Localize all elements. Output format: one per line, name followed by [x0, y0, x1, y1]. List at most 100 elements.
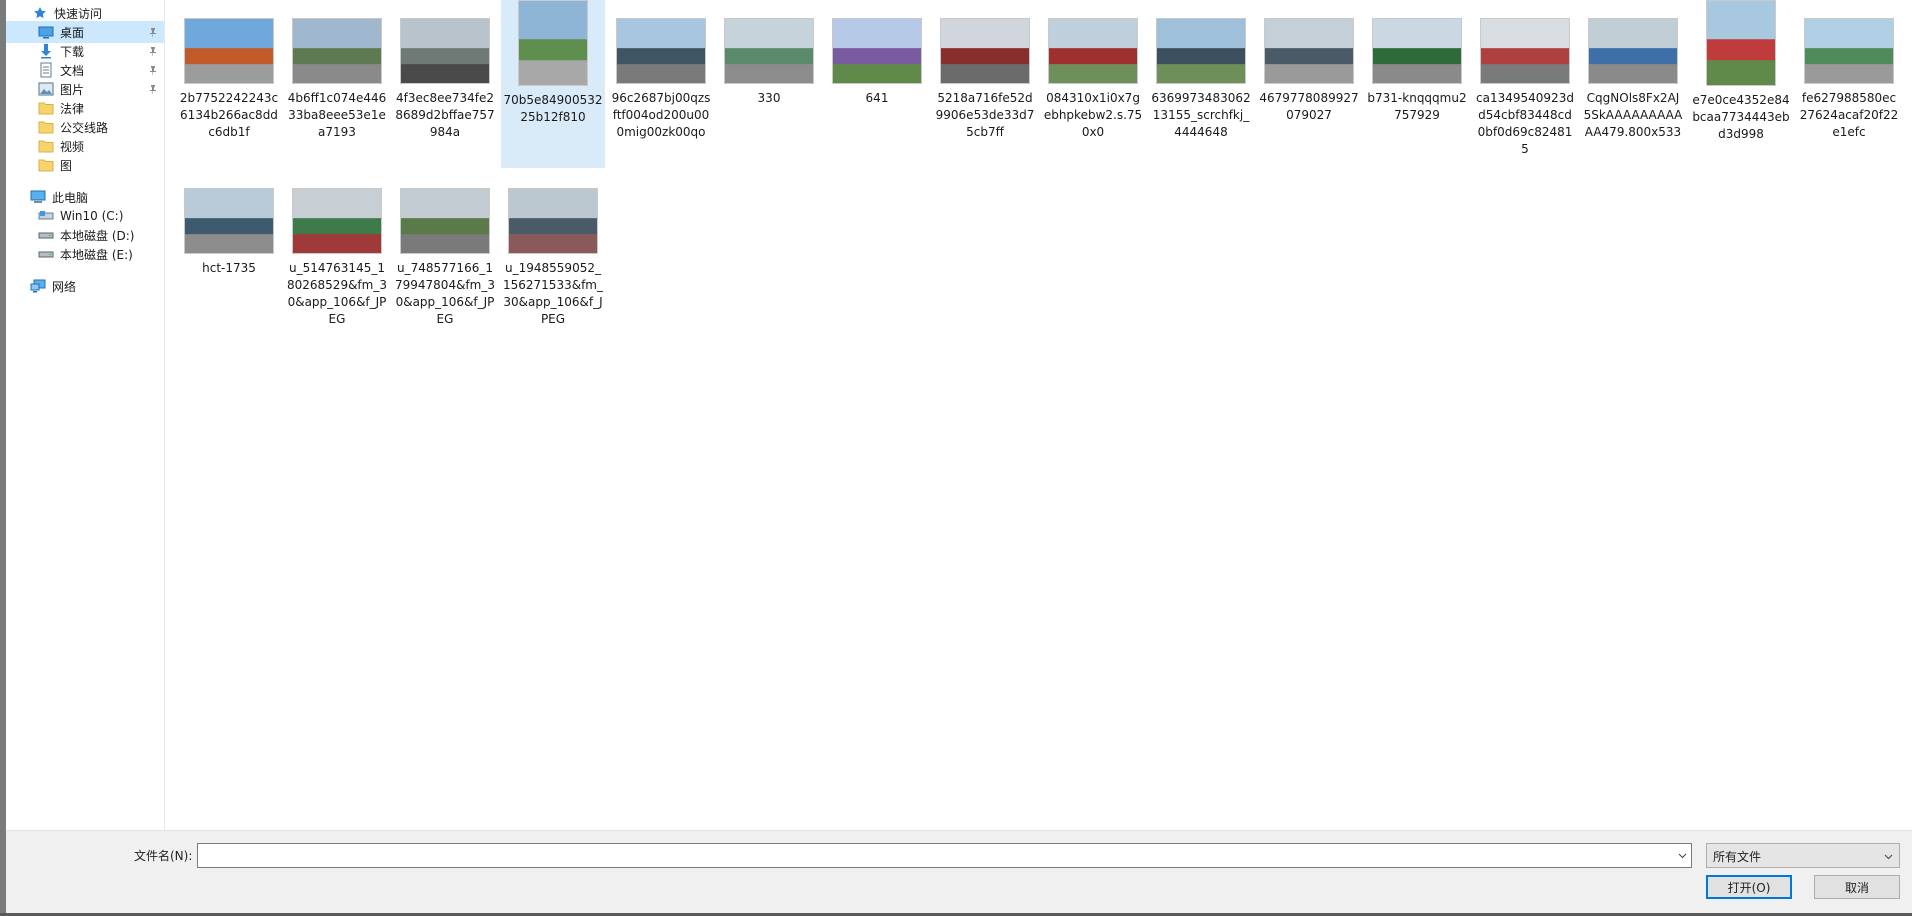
open-button-label: 打开(O)	[1727, 880, 1771, 895]
image-thumbnail	[940, 18, 1030, 84]
nav-item-folder-images[interactable]: 图	[6, 154, 164, 176]
nav-label: 视频	[60, 139, 85, 154]
filename-input[interactable]	[197, 843, 1692, 868]
nav-item-network[interactable]: 网络	[6, 275, 164, 297]
computer-icon	[30, 189, 46, 205]
file-name: 96c2687bj00qzsftf004od200u000mig00zk00qo	[611, 91, 711, 139]
file-name: u_1948559052_156271533&fm_30&app_106&f_J…	[503, 261, 603, 326]
file-list-view[interactable]: 2b7752242243c6134b266ac8ddc6db1f 4b6ff1c0…	[165, 0, 1912, 830]
file-grid: 2b7752242243c6134b266ac8ddc6db1f 4b6ff1c0…	[177, 0, 1905, 338]
navigation-pane[interactable]: 快速访问 桌面 下载 文档 图片 法律 公交线路 视频 图 此电脑 Win10 …	[6, 0, 165, 830]
nav-label: 公交线路	[60, 120, 109, 135]
file-name: 2b7752242243c6134b266ac8ddc6db1f	[179, 91, 279, 139]
file-item[interactable]: 70b5e8490053225b12f810	[501, 0, 605, 168]
file-item[interactable]: 084310x1i0x7gebhpkebw2.s.750x0	[1041, 0, 1145, 168]
file-item[interactable]: 4b6ff1c074e44633ba8eee53e1ea7193	[285, 0, 389, 168]
file-name: 636997348306213155_scrchfkj_4444648	[1151, 91, 1251, 139]
nav-label: 本地磁盘 (D:)	[60, 228, 135, 243]
image-thumbnail	[1588, 18, 1678, 84]
filetype-value: 所有文件	[1713, 850, 1762, 864]
filetype-select[interactable]: 所有文件	[1706, 843, 1900, 868]
file-item[interactable]: 4f3ec8ee734fe28689d2bffae757984a	[393, 0, 497, 168]
file-item[interactable]: b731-knqqqmu2757929	[1365, 0, 1469, 168]
chevron-down-icon[interactable]	[1674, 846, 1690, 866]
image-thumbnail	[292, 18, 382, 84]
image-thumbnail	[1804, 18, 1894, 84]
nav-label: 下载	[60, 44, 85, 59]
nav-label: 桌面	[60, 25, 85, 40]
file-item[interactable]: u_514763145_180268529&fm_30&app_106&f_JP…	[285, 170, 389, 338]
picture-icon	[38, 81, 54, 97]
file-item[interactable]: 330	[717, 0, 821, 168]
image-thumbnail	[1156, 18, 1246, 84]
nav-label: 此电脑	[52, 190, 89, 205]
image-thumbnail	[724, 18, 814, 84]
folder-icon	[38, 119, 54, 135]
file-name: 5218a716fe52d9906e53de33d75cb7ff	[935, 91, 1035, 139]
file-name: e7e0ce4352e84bcaa7734443ebd3d998	[1692, 93, 1790, 141]
folder-icon	[38, 138, 54, 154]
file-name: ca1349540923dd54cbf83448cd0bf0d69c824815	[1476, 91, 1574, 156]
chevron-down-icon	[1884, 849, 1893, 863]
file-item[interactable]: CqgNOls8Fx2AJ5SkAAAAAAAAAAA479.800x533	[1581, 0, 1685, 168]
cancel-button[interactable]: 取消	[1814, 875, 1900, 899]
file-name: fe627988580ec27624acaf20f22e1efc	[1799, 91, 1899, 139]
nav-label: 网络	[52, 279, 77, 294]
file-name: 641	[865, 91, 889, 105]
image-thumbnail	[184, 188, 274, 254]
drive-icon	[38, 208, 54, 224]
file-item[interactable]: 4679778089927079027	[1257, 0, 1361, 168]
file-name: 4679778089927079027	[1259, 91, 1359, 122]
file-item[interactable]: u_1948559052_156271533&fm_30&app_106&f_J…	[501, 170, 605, 338]
file-item[interactable]: e7e0ce4352e84bcaa7734443ebd3d998	[1689, 0, 1793, 168]
file-name: u_748577166_179947804&fm_30&app_106&f_JP…	[395, 261, 495, 326]
dialog-footer: 文件名(N): 所有文件 打开(O) 取消	[6, 830, 1912, 914]
filename-label: 文件名(N):	[134, 849, 193, 863]
image-thumbnail	[400, 18, 490, 84]
image-thumbnail	[1706, 0, 1776, 86]
file-item[interactable]: hct-1735	[177, 170, 281, 338]
file-item[interactable]: 5218a716fe52d9906e53de33d75cb7ff	[933, 0, 1037, 168]
image-thumbnail	[1048, 18, 1138, 84]
image-thumbnail	[1480, 18, 1570, 84]
nav-label: 快速访问	[54, 6, 103, 21]
image-thumbnail	[400, 188, 490, 254]
file-name: 70b5e8490053225b12f810	[503, 93, 603, 124]
file-item[interactable]: ca1349540923dd54cbf83448cd0bf0d69c824815	[1473, 0, 1577, 168]
cancel-button-label: 取消	[1844, 880, 1869, 895]
nav-item-drive-e[interactable]: 本地磁盘 (E:)	[6, 243, 164, 265]
network-icon	[30, 278, 46, 294]
image-thumbnail	[518, 0, 588, 86]
nav-label: 法律	[60, 101, 85, 116]
drive-icon	[38, 246, 54, 262]
image-thumbnail	[292, 188, 382, 254]
nav-label: 图片	[60, 82, 85, 97]
file-name: b731-knqqqmu2757929	[1367, 91, 1467, 122]
star-icon	[32, 5, 48, 21]
nav-label: 本地磁盘 (E:)	[60, 247, 133, 262]
file-item[interactable]: 96c2687bj00qzsftf004od200u000mig00zk00qo	[609, 0, 713, 168]
pin-icon[interactable]	[146, 82, 160, 96]
file-name: hct-1735	[202, 261, 256, 275]
nav-label: 图	[60, 158, 73, 173]
open-button[interactable]: 打开(O)	[1706, 875, 1792, 899]
drive-icon	[38, 227, 54, 243]
file-item[interactable]: 641	[825, 0, 929, 168]
open-file-dialog: 快速访问 桌面 下载 文档 图片 法律 公交线路 视频 图 此电脑 Win10 …	[6, 0, 1912, 914]
image-thumbnail	[508, 188, 598, 254]
folder-icon	[38, 100, 54, 116]
file-item[interactable]: 2b7752242243c6134b266ac8ddc6db1f	[177, 0, 281, 168]
file-item[interactable]: u_748577166_179947804&fm_30&app_106&f_JP…	[393, 170, 497, 338]
file-name: 330	[757, 91, 781, 105]
file-item[interactable]: 636997348306213155_scrchfkj_4444648	[1149, 0, 1253, 168]
pin-icon[interactable]	[146, 25, 160, 39]
pin-icon[interactable]	[146, 63, 160, 77]
file-name: CqgNOls8Fx2AJ5SkAAAAAAAAAAA479.800x533	[1583, 91, 1683, 139]
file-name: 4b6ff1c074e44633ba8eee53e1ea7193	[287, 91, 387, 139]
desktop-icon	[38, 24, 54, 40]
file-item[interactable]: fe627988580ec27624acaf20f22e1efc	[1797, 0, 1901, 168]
image-thumbnail	[184, 18, 274, 84]
file-name: u_514763145_180268529&fm_30&app_106&f_JP…	[287, 261, 387, 326]
pin-icon[interactable]	[146, 44, 160, 58]
document-icon	[38, 62, 54, 78]
